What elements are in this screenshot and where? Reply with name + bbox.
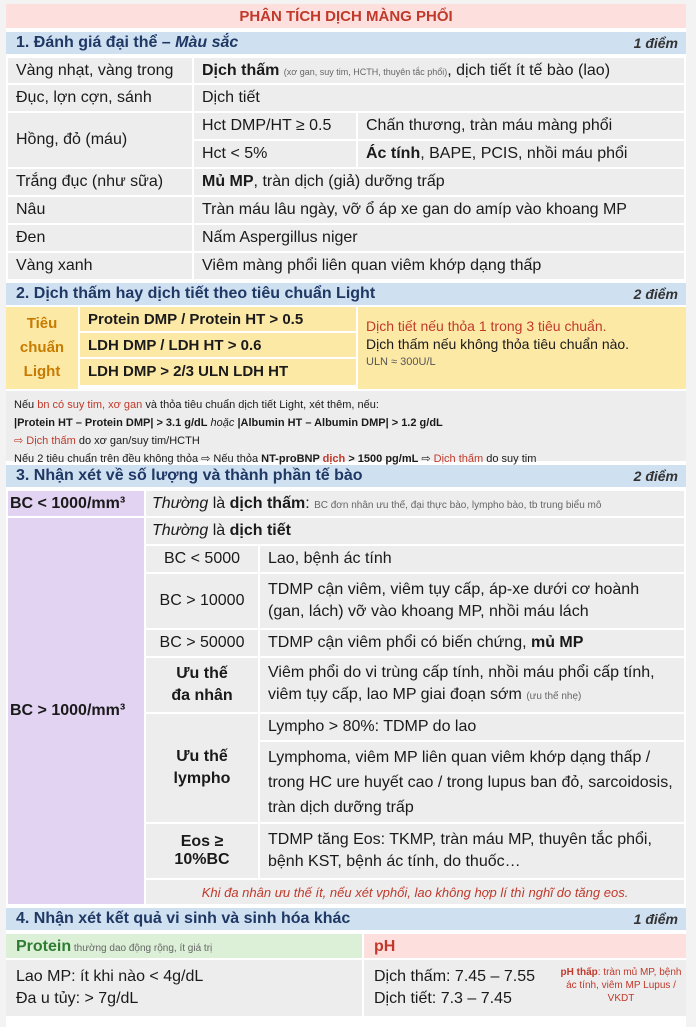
table-row: Hồng, đỏ (máu) Hct DMP/HT ≥ 0.5 Chấn thư… (6, 111, 686, 169)
table-row: Nâu Tràn máu lâu ngày, vỡ ổ áp xe gan do… (6, 195, 686, 225)
table-row: BC < 1000/mm³ Thường là dịch thấm: BC đơ… (6, 489, 686, 518)
key-cell: BC > 50000 (144, 628, 260, 658)
protein-header: Protein thường dao động rộng, ít giá trị (6, 934, 362, 960)
eos-note: Khi đa nhân ưu thế ít, nếu xét vphổi, la… (144, 878, 686, 906)
note-line-2: |Protein HT – Protein DMP| > 3.1 g/dL ho… (14, 417, 443, 429)
protein-line-2: Đa u tủy: > 7g/dL (16, 990, 139, 1007)
color-cell: Trắng đục (như sữa) (6, 167, 194, 197)
section-1-title: 1. Đánh giá đại thể – Màu sắc (16, 34, 239, 51)
criterion-3: LDH DMP > 2/3 ULN LDH HT (80, 359, 356, 385)
value-cell: TDMP cận viêm, viêm tụy cấp, áp-xe dưới … (258, 572, 686, 630)
table-row: Trắng đục (như sữa) Mủ MP, tràn dịch (gi… (6, 167, 686, 197)
meaning-cell: Dịch tiết (192, 83, 686, 113)
section-2-points: 2 điểm (633, 286, 678, 302)
bc-low-desc: Thường là dịch thấm: BC đơn nhân ưu thế,… (144, 489, 686, 518)
meaning-cell: Nấm Aspergillus niger (192, 223, 686, 253)
ph-panel: pH Dịch thấm: 7.45 – 7.55 Dịch tiết: 7.3… (364, 934, 686, 1016)
protein-line-1: Lao MP: ít khi nào < 4g/dL (16, 968, 204, 985)
ph-line-2: Dịch tiết: 7.3 – 7.45 (374, 990, 512, 1007)
section-4-title: 4. Nhận xét kết quả vi sinh và sinh hóa … (16, 910, 351, 927)
key-cell: BC < 5000 (144, 544, 260, 574)
page-title: PHÂN TÍCH DỊCH MÀNG PHỔI (6, 4, 686, 30)
value-cell: TDMP cận viêm phổi có biến chứng, mủ MP (258, 628, 686, 658)
value-cell: Viêm phổi do vi trùng cấp tính, nhồi máu… (258, 656, 686, 714)
protein-panel: Protein thường dao động rộng, ít giá trị… (6, 934, 364, 1016)
color-cell: Vàng nhạt, vàng trong (6, 56, 194, 85)
light-result: Dịch tiết nếu thỏa 1 trong 3 tiêu chuẩn.… (356, 307, 686, 389)
note-line-3: ⇨ Dịch thấm do xơ gan/suy tim/HCTH (14, 435, 200, 447)
table-row: Đen Nấm Aspergillus niger (6, 223, 686, 253)
uln-note: ULN ≈ 300U/L (366, 356, 436, 368)
color-cell: Hồng, đỏ (máu) (6, 111, 194, 169)
value-cell: Lao, bệnh ác tính (258, 544, 686, 574)
key-cell: Ưu thế đa nhân (144, 656, 260, 714)
bc-low-cell: BC < 1000/mm³ (6, 489, 146, 518)
ph-values: Dịch thấm: 7.45 – 7.55 Dịch tiết: 7.3 – … (374, 966, 560, 1010)
section-1-header: 1. Đánh giá đại thể – Màu sắc 1 điểm (6, 30, 686, 56)
section-4-body: Protein thường dao động rộng, ít giá trị… (6, 932, 686, 1016)
section-2-title: 2. Dịch thấm hay dịch tiết theo tiêu chu… (16, 285, 376, 302)
ph-body: Dịch thấm: 7.45 – 7.55 Dịch tiết: 7.3 – … (364, 960, 686, 1016)
criterion-2: LDH DMP / LDH HT > 0.6 (80, 333, 356, 359)
result-exudate: Dịch tiết nếu thỏa 1 trong 3 tiêu chuẩn. (366, 318, 607, 334)
ph-line-1: Dịch thấm: 7.45 – 7.55 (374, 968, 535, 985)
meaning-cell: Viêm màng phổi liên quan viêm khớp dạng … (192, 251, 686, 281)
ph-note: pH thấp: tràn mủ MP, bệnh ác tính, viêm … (560, 967, 682, 1004)
light-note: Nếu bn có suy tim, xơ gan và thỏa tiêu c… (6, 391, 686, 465)
criterion-cell: Hct < 5% (192, 139, 358, 169)
bc-high-cell: BC > 1000/mm³ (6, 516, 146, 906)
note-line-1: Nếu bn có suy tim, xơ gan và thỏa tiêu c… (14, 399, 379, 411)
protein-body: Lao MP: ít khi nào < 4g/dL Đa u tủy: > 7… (6, 960, 362, 1016)
exudate-desc: Thường là dịch tiết (144, 516, 686, 546)
value-cell: Lymphoma, viêm MP liên quan viêm khớp dạ… (258, 740, 686, 824)
section-3-header: 3. Nhận xét về số lượng và thành phần tế… (6, 463, 686, 489)
table-row: Vàng nhạt, vàng trong Dịch thấm (xơ gan,… (6, 56, 686, 85)
meaning-cell: Dịch thấm (xơ gan, suy tim, HCTH, thuyên… (192, 56, 686, 85)
table-row: BC > 1000/mm³ Thường là dịch tiết (6, 516, 686, 906)
light-criteria: Tiêu chuẩn Light Protein DMP / Protein HT … (6, 307, 686, 391)
section-3-title: 3. Nhận xét về số lượng và thành phần tế… (16, 467, 363, 484)
color-cell: Vàng xanh (6, 251, 194, 281)
color-table: Vàng nhạt, vàng trong Dịch thấm (xơ gan,… (6, 56, 686, 281)
color-cell: Đen (6, 223, 194, 253)
section-3-points: 2 điểm (633, 468, 678, 484)
meaning-cell: Tràn máu lâu ngày, vỡ ổ áp xe gan do amí… (192, 195, 686, 225)
criterion-cell: Hct DMP/HT ≥ 0.5 (192, 111, 358, 141)
result-transudate: Dịch thấm nếu không thỏa tiêu chuẩn nào. (366, 336, 630, 352)
table-row: Vàng xanh Viêm màng phổi liên quan viêm … (6, 251, 686, 281)
meaning-cell: Mủ MP, tràn dịch (giả) dưỡng trấp (192, 167, 686, 197)
color-cell: Nâu (6, 195, 194, 225)
meaning-cell: Ác tính, BAPE, PCIS, nhồi máu phổi (356, 139, 686, 169)
value-cell: Lympho > 80%: TDMP do lao (258, 712, 686, 742)
meaning-cell: Chấn thương, tràn máu màng phổi (356, 111, 686, 141)
key-cell: Eos ≥ 10%BC (144, 822, 260, 880)
color-cell: Đục, lợn cợn, sánh (6, 83, 194, 113)
ph-header: pH (364, 934, 686, 960)
criterion-1: Protein DMP / Protein HT > 0.5 (80, 307, 356, 333)
key-cell: Ưu thế lympho (144, 712, 260, 824)
light-label: Tiêu chuẩn Light (6, 307, 80, 389)
section-2-header: 2. Dịch thấm hay dịch tiết theo tiêu chu… (6, 281, 686, 307)
light-criteria-list: Protein DMP / Protein HT > 0.5 LDH DMP /… (80, 307, 356, 389)
section-1-points: 1 điểm (633, 35, 678, 51)
cell-table: BC < 1000/mm³ Thường là dịch thấm: BC đơ… (6, 489, 686, 906)
document: PHÂN TÍCH DỊCH MÀNG PHỔI 1. Đánh giá đại… (6, 4, 686, 1027)
table-row: Đục, lợn cợn, sánh Dịch tiết (6, 83, 686, 113)
key-cell: BC > 10000 (144, 572, 260, 630)
section-4-points: 1 điểm (633, 911, 678, 927)
section-4-header: 4. Nhận xét kết quả vi sinh và sinh hóa … (6, 906, 686, 932)
value-cell: TDMP tăng Eos: TKMP, tràn máu MP, thuyên… (258, 822, 686, 880)
